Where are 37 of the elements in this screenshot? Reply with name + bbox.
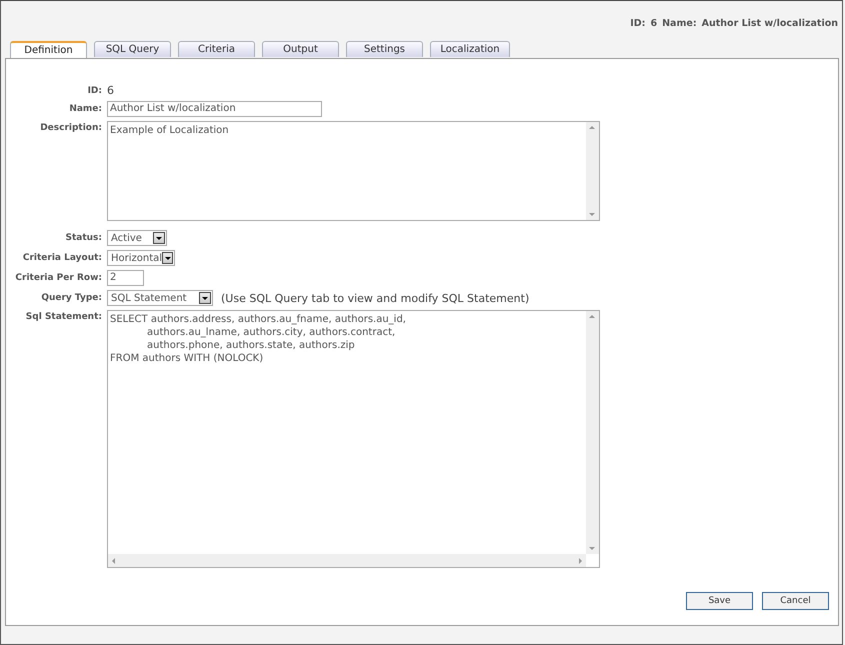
field-label: Criteria Per Row: xyxy=(14,273,103,283)
field-label: Criteria Layout: xyxy=(22,253,103,263)
cancel-button[interactable]: Cancel xyxy=(762,592,829,610)
tab[interactable]: SQL Query xyxy=(94,41,171,57)
query-type-dropdown[interactable]: SQL Statement xyxy=(107,290,213,306)
header-id-value: 6 xyxy=(650,18,658,25)
field-label: Status: xyxy=(64,233,103,243)
field-label: Query Type: xyxy=(40,293,103,303)
tab[interactable]: Definition xyxy=(10,41,87,58)
criteria-layout-dropdown[interactable]: Horizontal xyxy=(107,250,175,266)
horizontal-scrollbar[interactable] xyxy=(108,554,586,567)
header-name-label: Name: xyxy=(662,18,697,25)
field-label: Name: xyxy=(68,104,103,114)
description-field[interactable]: Example of Localization xyxy=(107,121,600,221)
sql-line: SELECT authors.address, authors.au_fname, authors.au_id, xyxy=(110,313,407,326)
vertical-scrollbar[interactable] xyxy=(586,311,599,554)
vertical-scrollbar[interactable] xyxy=(586,122,599,220)
id-value: 6 xyxy=(107,84,114,97)
status-dropdown[interactable]: Active xyxy=(107,230,167,246)
sql-line: authors.phone, authors.state, authors.zip xyxy=(146,339,356,352)
field-label: Description: xyxy=(39,122,103,133)
name-field[interactable]: Author List w/localization xyxy=(107,101,322,117)
field-label: Sql Statement: xyxy=(24,311,103,322)
field-label: ID: xyxy=(86,86,103,96)
save-button[interactable]: Save xyxy=(686,592,753,610)
criteria-per-row-field[interactable]: 2 xyxy=(107,270,144,286)
tab[interactable]: Output xyxy=(262,41,339,57)
query-type-note: (Use SQL Query tab to view and modify SQL Statement) xyxy=(221,292,530,304)
tab[interactable]: Criteria xyxy=(178,41,255,57)
header-id-label: ID: xyxy=(630,18,646,25)
tab[interactable]: Localization xyxy=(430,41,510,57)
tab[interactable]: Settings xyxy=(346,41,423,57)
header-name-value: Author List w/localization xyxy=(702,18,838,25)
sql-statement-field[interactable]: SELECT authors.address, authors.au_fname, authors.au_id, authors.au_lname, authors.city, authors.contract, authors.phone, authors.state, authors.zip FROM authors WITH (NOLOCK) xyxy=(107,310,600,568)
sql-line: FROM authors WITH (NOLOCK) xyxy=(110,352,264,365)
sql-line: authors.au_lname, authors.city, authors.contract, xyxy=(146,326,396,339)
description-text: Example of Localization xyxy=(109,124,230,138)
